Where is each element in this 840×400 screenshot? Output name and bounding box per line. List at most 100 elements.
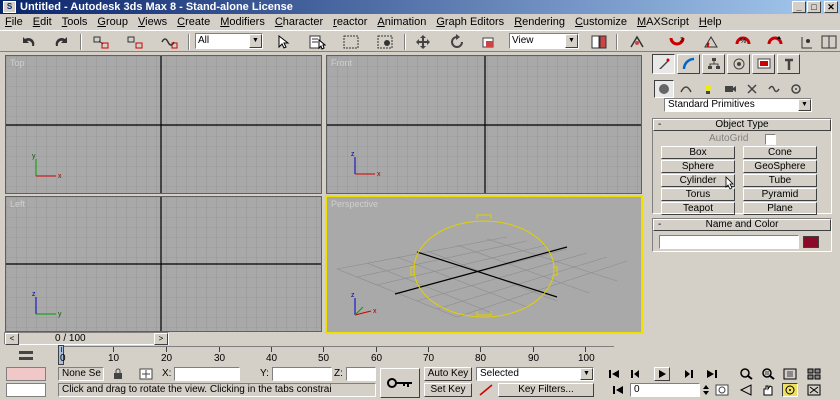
3ds-max-icon[interactable]: S — [3, 1, 16, 13]
menu-views[interactable]: Views — [133, 14, 172, 30]
cylinder-button[interactable]: Cylinder — [661, 174, 735, 187]
viewport-top[interactable]: yx Top — [5, 55, 322, 194]
zoom-extents-all-icon[interactable] — [806, 367, 822, 381]
select-and-rotate-icon[interactable] — [446, 33, 468, 51]
object-color-swatch[interactable] — [803, 236, 819, 248]
next-frame-button[interactable]: > — [154, 333, 168, 345]
undo-icon[interactable] — [18, 33, 40, 51]
z-coordinate-field[interactable] — [346, 367, 376, 381]
hierarchy-tab-icon[interactable] — [702, 54, 725, 74]
menu-group[interactable]: Group — [92, 14, 133, 30]
viewport-front[interactable]: zx Front — [326, 55, 642, 194]
tube-button[interactable]: Tube — [743, 174, 817, 187]
current-frame-field[interactable]: 0 — [630, 383, 700, 397]
select-and-link-icon[interactable] — [90, 33, 112, 51]
menu-customize[interactable]: Customize — [570, 14, 632, 30]
reference-coordinate-dropdown[interactable]: View ▼ — [509, 33, 579, 49]
frame-spinner-icon[interactable] — [702, 383, 710, 397]
viewport-label[interactable]: Front — [331, 58, 352, 68]
lock-icon[interactable] — [110, 367, 126, 381]
key-filters-button[interactable]: Key Filters... — [498, 383, 594, 397]
unlink-icon[interactable] — [124, 33, 146, 51]
modify-tab-icon[interactable] — [677, 54, 700, 74]
trackbar-ruler[interactable]: 0 10 20 30 40 50 60 70 80 90 100 — [58, 345, 614, 365]
auto-key-button[interactable]: Auto Key — [424, 367, 472, 381]
menu-rendering[interactable]: Rendering — [509, 14, 570, 30]
rectangular-selection-icon[interactable] — [340, 33, 362, 51]
viewport-left[interactable]: zy Left — [5, 196, 322, 332]
viewport-label[interactable]: Left — [10, 199, 25, 209]
mirror-icon[interactable] — [818, 33, 840, 51]
object-type-header[interactable]: - Object Type — [653, 119, 831, 131]
utilities-tab-icon[interactable] — [777, 54, 800, 74]
menu-create[interactable]: Create — [172, 14, 215, 30]
key-mode-toggle-icon[interactable] — [610, 383, 626, 397]
next-frame-icon[interactable] — [680, 367, 696, 381]
menu-tools[interactable]: Tools — [57, 14, 93, 30]
pyramid-button[interactable]: Pyramid — [743, 188, 817, 201]
geometry-icon[interactable] — [654, 80, 674, 98]
menu-maxscript[interactable]: MAXScript — [632, 14, 694, 30]
trackbar[interactable]: 0 10 20 30 40 50 60 70 80 90 100 — [4, 345, 644, 366]
cone-button[interactable]: Cone — [743, 146, 817, 159]
select-and-scale-icon[interactable] — [478, 33, 500, 51]
motion-tab-icon[interactable] — [727, 54, 750, 74]
field-of-view-icon[interactable] — [738, 383, 754, 397]
maxscript-listener-mini[interactable] — [6, 367, 46, 381]
selection-filter-dropdown[interactable]: All ▼ — [195, 33, 263, 49]
object-name-field[interactable] — [659, 235, 799, 249]
previous-frame-icon[interactable] — [628, 367, 644, 381]
menu-character[interactable]: Character — [270, 14, 328, 30]
snaps-toggle-icon[interactable]: 3 — [666, 33, 688, 51]
bind-space-warp-icon[interactable] — [158, 33, 180, 51]
select-and-manipulate-icon[interactable] — [626, 33, 648, 51]
zoom-all-icon[interactable] — [760, 367, 776, 381]
angle-snap-icon[interactable] — [700, 33, 722, 51]
menu-file[interactable]: File — [0, 14, 28, 30]
helpers-icon[interactable] — [742, 80, 762, 98]
maxscript-input-mini[interactable] — [6, 383, 46, 397]
autogrid-checkbox[interactable] — [765, 134, 776, 145]
time-slider[interactable]: < 0 / 100 > — [4, 332, 644, 345]
zoom-icon[interactable] — [738, 367, 754, 381]
shapes-icon[interactable] — [676, 80, 696, 98]
geosphere-button[interactable]: GeoSphere — [743, 160, 817, 173]
go-to-end-icon[interactable] — [704, 367, 720, 381]
systems-icon[interactable] — [786, 80, 806, 98]
maximize-button[interactable]: □ — [807, 1, 821, 13]
pivot-point-icon[interactable] — [588, 33, 610, 51]
pan-hand-icon[interactable] — [760, 383, 776, 397]
absolute-mode-icon[interactable] — [138, 367, 154, 381]
named-selection-sets-icon[interactable] — [796, 33, 818, 51]
close-button[interactable]: ✕ — [824, 1, 838, 13]
plane-button[interactable]: Plane — [743, 202, 817, 215]
viewport-label[interactable]: Top — [10, 58, 25, 68]
zoom-extents-icon[interactable] — [782, 367, 798, 381]
percent-snap-icon[interactable]: % — [732, 33, 754, 51]
time-configuration-icon[interactable] — [714, 383, 730, 397]
display-tab-icon[interactable] — [752, 54, 775, 74]
set-key-button[interactable]: Set Key — [424, 383, 472, 397]
teapot-button[interactable]: Teapot — [661, 202, 735, 215]
go-to-start-icon[interactable] — [606, 367, 622, 381]
spinner-snap-icon[interactable] — [764, 33, 786, 51]
select-and-move-icon[interactable] — [412, 33, 434, 51]
name-and-color-header[interactable]: - Name and Color — [653, 219, 831, 231]
maximize-viewport-toggle-icon[interactable] — [806, 383, 822, 397]
y-coordinate-field[interactable] — [272, 367, 332, 381]
menu-reactor[interactable]: reactor — [328, 14, 372, 30]
open-mini-curve-editor-icon[interactable] — [16, 349, 38, 363]
previous-frame-button[interactable]: < — [5, 333, 19, 345]
menu-edit[interactable]: Edit — [28, 14, 57, 30]
window-crossing-icon[interactable] — [374, 33, 396, 51]
lights-icon[interactable] — [698, 80, 718, 98]
key-mode-dropdown[interactable]: Selected ▼ — [476, 367, 594, 381]
arc-rotate-icon[interactable] — [782, 383, 798, 397]
time-slider-track[interactable]: < 0 / 100 > — [4, 332, 169, 345]
menu-animation[interactable]: Animation — [372, 14, 431, 30]
set-key-mode-key-icon[interactable] — [380, 368, 420, 398]
sphere-button[interactable]: Sphere — [661, 160, 735, 173]
menu-help[interactable]: Help — [694, 14, 727, 30]
minimize-button[interactable]: _ — [792, 1, 806, 13]
category-dropdown[interactable]: Standard Primitives ▼ — [664, 98, 812, 112]
